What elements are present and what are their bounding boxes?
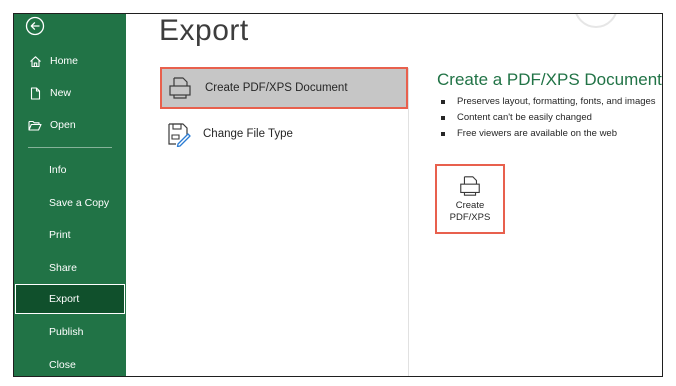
- sidebar-item-label: Close: [49, 359, 76, 371]
- backstage-window: Home New Open Info Save a Copy Print Sha…: [13, 13, 663, 377]
- sidebar-item-label: Export: [49, 293, 80, 305]
- sidebar-item-label: Home: [50, 55, 79, 67]
- pdf-document-icon: [167, 75, 193, 101]
- list-item: Free viewers are available on the web: [441, 126, 656, 142]
- option-label: Change File Type: [203, 128, 293, 140]
- create-pdf-xps-button-label: Create PDF/XPS: [449, 200, 491, 223]
- sidebar-item-info[interactable]: Info: [14, 157, 126, 183]
- sidebar-divider: [28, 147, 112, 148]
- detail-title: Create a PDF/XPS Document: [437, 70, 662, 89]
- panel-divider: [408, 68, 409, 376]
- sidebar-item-label: Print: [49, 229, 71, 241]
- create-pdf-xps-button[interactable]: Create PDF/XPS: [435, 164, 505, 234]
- new-document-icon: [28, 86, 42, 100]
- sidebar-item-open[interactable]: Open: [14, 112, 126, 138]
- sidebar-item-label: Publish: [49, 326, 84, 338]
- option-create-pdf-xps[interactable]: Create PDF/XPS Document: [160, 67, 408, 109]
- sidebar-item-label: Open: [50, 119, 76, 131]
- sidebar-item-label: Share: [49, 262, 78, 274]
- sidebar-item-new[interactable]: New: [14, 80, 126, 106]
- home-icon: [28, 54, 42, 68]
- list-item: Content can't be easily changed: [441, 110, 656, 126]
- sidebar-item-close[interactable]: Close: [14, 352, 126, 376]
- sidebar-item-label: New: [50, 87, 72, 99]
- page-title: Export: [159, 14, 249, 47]
- bullet-icon: [441, 100, 445, 104]
- list-item: Preserves layout, formatting, fonts, and…: [441, 94, 656, 110]
- bullet-icon: [441, 116, 445, 120]
- back-arrow-icon: [25, 16, 45, 36]
- backstage-sidebar: Home New Open Info Save a Copy Print Sha…: [14, 14, 126, 376]
- sidebar-item-label: Save a Copy: [49, 197, 110, 209]
- sidebar-item-export[interactable]: Export: [15, 284, 125, 314]
- sidebar-item-print[interactable]: Print: [14, 222, 126, 248]
- option-label: Create PDF/XPS Document: [205, 82, 348, 94]
- change-file-type-icon: [165, 121, 191, 147]
- back-button[interactable]: [25, 16, 45, 36]
- sidebar-item-save-a-copy[interactable]: Save a Copy: [14, 190, 126, 216]
- sidebar-item-home[interactable]: Home: [14, 48, 126, 74]
- bullet-icon: [441, 132, 445, 136]
- pdf-document-icon: [460, 176, 480, 196]
- sidebar-item-label: Info: [49, 164, 67, 176]
- sidebar-item-publish[interactable]: Publish: [14, 319, 126, 345]
- detail-bullet-list: Preserves layout, formatting, fonts, and…: [441, 94, 656, 142]
- decorative-circle: [574, 14, 618, 28]
- sidebar-item-share[interactable]: Share: [14, 255, 126, 281]
- folder-open-icon: [28, 118, 42, 132]
- option-change-file-type[interactable]: Change File Type: [160, 113, 408, 155]
